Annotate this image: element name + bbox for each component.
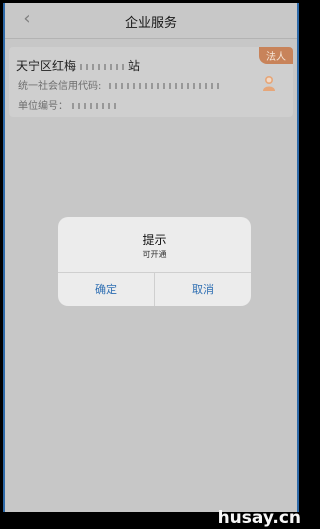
redacted-text [80, 63, 129, 70]
legal-person-badge: 法人 [259, 47, 293, 64]
dialog-actions: 确定 取消 [58, 272, 251, 306]
confirm-button[interactable]: 确定 [58, 273, 154, 306]
redacted-text [72, 103, 120, 109]
cancel-button[interactable]: 取消 [154, 273, 251, 306]
enterprise-card[interactable]: 法人 天宁区红梅 站 统一社会信用代码: 单位编号： [9, 47, 293, 117]
page-title: 企业服务 [124, 16, 177, 31]
credit-code-label: 统一社会信用代码: [18, 81, 105, 92]
dialog-message: 可开通 [142, 250, 167, 259]
credit-code-row: 统一社会信用代码: [18, 77, 221, 92]
company-name-tail: 站 [128, 59, 141, 73]
app-screen: ‹ 企业服务 法人 天宁区红梅 站 统一社会信用代码: 单位编号： 提示 可开通 … [3, 3, 299, 512]
company-name: 天宁区红梅 站 [16, 57, 140, 74]
alert-dialog: 提示 可开通 确定 取消 [58, 217, 251, 306]
nav-bar: ‹ 企业服务 [3, 3, 299, 39]
watermark-text: husay.cn [217, 508, 301, 528]
redacted-text [108, 83, 221, 89]
unit-number-row: 单位编号： [18, 97, 120, 112]
unit-number-label: 单位编号： [18, 101, 68, 112]
person-icon [263, 76, 275, 91]
dialog-title: 提示 [142, 233, 167, 247]
company-name-head: 天宁区红梅 [16, 59, 77, 73]
